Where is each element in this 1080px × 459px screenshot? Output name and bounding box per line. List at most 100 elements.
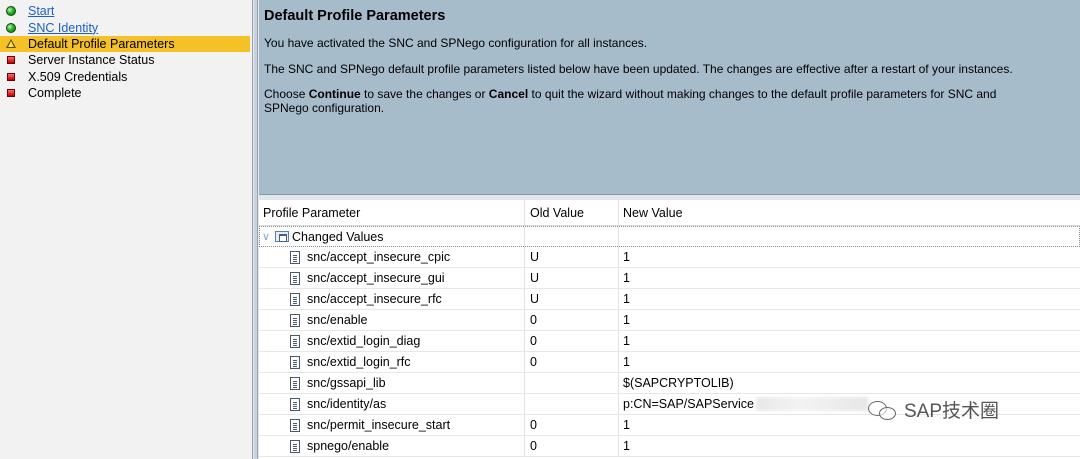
panel-splitter[interactable]	[254, 0, 258, 459]
new-value-text: 1	[623, 292, 630, 306]
info-text-activated: You have activated the SNC and SPNego co…	[264, 36, 648, 50]
table-row[interactable]: snc/extid_login_rfc 0 1	[259, 352, 1080, 373]
table-row[interactable]: snc/accept_insecure_rfc U 1	[259, 289, 1080, 310]
group-old-cell	[525, 227, 620, 246]
new-value-text: 1	[623, 439, 630, 453]
param-name: snc/accept_insecure_cpic	[307, 250, 451, 264]
chevron-down-icon[interactable]: ∨	[262, 230, 272, 243]
document-icon	[290, 439, 300, 453]
page-title: Default Profile Parameters	[264, 8, 446, 24]
column-header-profile-parameter[interactable]: Profile Parameter	[259, 200, 525, 225]
new-value-text: 1	[623, 355, 630, 369]
old-value-cell: U	[525, 247, 619, 267]
document-icon	[290, 250, 300, 264]
group-new-cell	[619, 227, 1079, 246]
param-name: snc/accept_insecure_rfc	[307, 292, 442, 306]
info-panel: Default Profile Parameters You have acti…	[259, 0, 1080, 195]
step-label[interactable]: SNC Identity	[28, 21, 98, 35]
info-text-updated: The SNC and SPNego default profile param…	[264, 61, 1013, 76]
status-red-icon	[7, 72, 15, 81]
document-icon	[290, 334, 300, 348]
param-cell: snc/gssapi_lib	[259, 373, 525, 393]
new-value-cell: p:CN=SAP/SAPService	[619, 394, 1080, 414]
param-name: spnego/enable	[307, 439, 390, 453]
document-icon	[290, 313, 300, 327]
table-row[interactable]: snc/enable 0 1	[259, 310, 1080, 331]
table-row[interactable]: spnego/enable 0 1	[259, 436, 1080, 457]
param-cell: snc/identity/as	[259, 394, 525, 414]
step-default-profile-parameters[interactable]: Default Profile Parameters	[0, 35, 250, 53]
step-server-instance-status: Server Instance Status	[0, 52, 252, 68]
new-value-text: p:CN=SAP/SAPService	[623, 397, 754, 411]
old-value-cell: U	[525, 289, 619, 309]
watermark-text: SAP技术圈	[904, 401, 1000, 422]
step-label: Server Instance Status	[28, 53, 155, 68]
table-row[interactable]: snc/extid_login_diag 0 1	[259, 331, 1080, 352]
new-value-cell: 1	[619, 415, 1080, 435]
document-icon	[290, 376, 300, 390]
status-green-icon	[6, 6, 16, 17]
old-value-cell: 0	[525, 436, 619, 456]
column-header-old-value[interactable]: Old Value	[525, 200, 619, 225]
group-row-changed-values[interactable]: ∨ Changed Values	[259, 226, 1080, 247]
new-value-cell: 1	[619, 289, 1080, 309]
table-row[interactable]: snc/accept_insecure_cpic U 1	[259, 247, 1080, 268]
status-warning-icon	[6, 39, 16, 49]
old-value-cell	[525, 394, 619, 414]
old-value-cell: 0	[525, 415, 619, 435]
new-value-text: 1	[623, 418, 630, 432]
document-icon	[290, 418, 300, 432]
param-cell: snc/permit_insecure_start	[259, 415, 525, 435]
param-name: snc/extid_login_diag	[307, 334, 421, 348]
document-icon	[290, 397, 300, 411]
step-label[interactable]: Start	[28, 4, 54, 18]
new-value-cell: 1	[619, 352, 1080, 372]
param-cell: snc/accept_insecure_gui	[259, 268, 525, 288]
main-content: Default Profile Parameters You have acti…	[259, 0, 1080, 459]
new-value-cell: $(SAPCRYPTOLIB)	[619, 373, 1080, 393]
step-snc-identity[interactable]: SNC Identity	[0, 19, 252, 35]
new-value-cell: 1	[619, 310, 1080, 330]
new-value-text: $(SAPCRYPTOLIB)	[623, 376, 734, 390]
old-value-cell: 0	[525, 352, 619, 372]
instr-continue: Continue	[308, 87, 361, 101]
redacted-value	[755, 397, 868, 411]
group-cell: ∨ Changed Values	[260, 227, 526, 246]
table-row[interactable]: snc/accept_insecure_gui U 1	[259, 268, 1080, 289]
table-row[interactable]: snc/gssapi_lib $(SAPCRYPTOLIB)	[259, 373, 1080, 394]
column-header-new-value[interactable]: New Value	[619, 200, 1080, 225]
new-value-text: 1	[623, 313, 630, 327]
status-red-icon	[7, 89, 15, 98]
param-cell: snc/accept_insecure_rfc	[259, 289, 525, 309]
info-text-instructions: Choose Continue to save the changes or C…	[264, 87, 1044, 115]
param-name: snc/extid_login_rfc	[307, 355, 411, 369]
new-value-cell: 1	[619, 247, 1080, 267]
step-start[interactable]: Start	[0, 3, 252, 19]
instr-pre: Choose	[264, 87, 309, 101]
param-cell: spnego/enable	[259, 436, 525, 456]
param-name: snc/accept_insecure_gui	[307, 271, 445, 285]
wechat-icon	[868, 399, 898, 421]
new-value-cell: 1	[619, 331, 1080, 351]
old-value-cell: 0	[525, 331, 619, 351]
wizard-steps-panel: Start SNC Identity Default Profile Param…	[0, 0, 253, 459]
old-value-cell: 0	[525, 310, 619, 330]
step-complete: Complete	[0, 85, 252, 101]
new-value-text: 1	[623, 334, 630, 348]
step-label: X.509 Credentials	[28, 69, 128, 84]
param-name: snc/enable	[307, 313, 368, 327]
status-green-icon	[6, 22, 16, 33]
step-x509-credentials: X.509 Credentials	[0, 69, 252, 85]
document-icon	[290, 355, 300, 369]
folder-icon	[275, 231, 289, 242]
param-cell: snc/enable	[259, 310, 525, 330]
step-label: Complete	[28, 86, 82, 101]
new-value-text: 1	[623, 271, 630, 285]
status-red-icon	[7, 56, 15, 65]
param-name: snc/identity/as	[307, 397, 387, 411]
table-header: Profile Parameter Old Value New Value	[259, 200, 1080, 226]
param-cell: snc/extid_login_rfc	[259, 352, 525, 372]
group-label: Changed Values	[292, 229, 384, 244]
old-value-cell	[525, 373, 619, 393]
param-name: snc/gssapi_lib	[307, 376, 386, 390]
